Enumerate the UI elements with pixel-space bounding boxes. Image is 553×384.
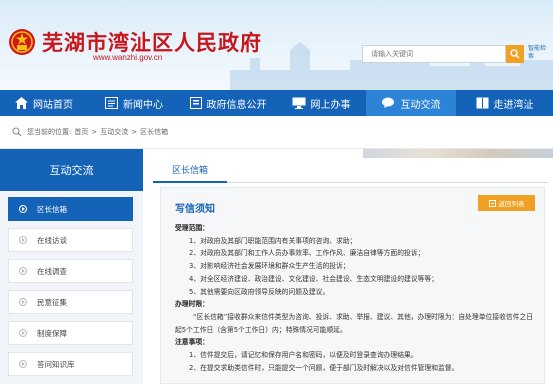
breadcrumb-prefix: 您当前的位置: [27, 128, 72, 136]
scope-item: 3、对影响经济社会发展环境和群众生产生活的投诉； [189, 262, 350, 271]
nav-label: 网站首页 [33, 99, 73, 111]
breadcrumb-item-interaction[interactable]: 互动交流 [100, 127, 128, 137]
breadcrumb-separator: > [91, 128, 98, 136]
arrow-circle-icon [19, 267, 27, 275]
location-search-icon [12, 127, 22, 137]
sidebar-item-label: 区长信箱 [37, 204, 67, 214]
sidebar-title: 互动交流 [0, 149, 143, 191]
monitor-icon [292, 97, 305, 109]
sidebar-item-online-survey[interactable]: 在线调查 [8, 259, 133, 283]
scope-item: 4、对全区经济建设、政治建设、文化建设、社会建设、生态文明建设的建议等等； [189, 274, 439, 283]
sidebar-item-label: 在线调查 [37, 266, 67, 276]
search-input[interactable] [362, 45, 506, 63]
search-button[interactable] [506, 45, 524, 63]
scope-item: 2、对政府及其部门和工作人员办事效率、工作作风、廉洁自律等方面的投诉； [189, 249, 425, 258]
breadcrumb-separator: > [131, 128, 138, 136]
nav-label: 互动交流 [400, 99, 441, 111]
tab-bar: 区长信箱 [153, 157, 548, 183]
arrow-circle-icon [19, 329, 27, 337]
nav-item-home[interactable]: 网站首页 [0, 90, 88, 116]
return-list-button[interactable]: 返回列表 [478, 195, 535, 211]
notes-heading: 注意事项： [175, 338, 209, 347]
sidebar-item-public-opinion[interactable]: 民意征集 [8, 290, 133, 314]
breadcrumb: 您当前的位置: 首页 > 互动交流 > 区长信箱 [0, 116, 553, 149]
panel-title: 写信须知 [175, 204, 215, 215]
nav-label: 网上办事 [310, 99, 351, 111]
nav-item-about[interactable]: 走进湾沚 [456, 90, 553, 116]
main-nav: 网站首页 新闻中心 政府信息公开 网上办事 互动交流 走进湾沚 [0, 90, 553, 116]
sidebar-item-qa-knowledge-base[interactable]: 答问知识库 [8, 352, 133, 376]
sidebar-item-label: 在线访谈 [37, 235, 67, 245]
nav-item-news[interactable]: 新闻中心 [88, 90, 180, 116]
nav-label: 走进湾沚 [493, 99, 534, 111]
site-url: www.wanzhi.gov.cn [93, 53, 163, 62]
nav-label: 新闻中心 [123, 99, 163, 111]
sidebar: 互动交流 区长信箱 在线访谈 在线调查 民意征集 制度保障 答问知识库 [0, 149, 143, 384]
breadcrumb-item-home[interactable]: 首页 [74, 127, 88, 137]
chat-icon [381, 97, 394, 108]
site-header: 芜湖市湾沚区人民政府 www.wanzhi.gov.cn 智能检索 [0, 0, 553, 90]
book-icon [476, 97, 488, 109]
main-content: 区长信箱 写信须知 返回列表 受理范围： 1、对政府及其部门职能范围内有关事项的… [143, 149, 553, 384]
national-emblem-icon [9, 29, 35, 55]
sidebar-item-system-guarantee[interactable]: 制度保障 [8, 321, 133, 345]
sidebar-item-online-interview[interactable]: 在线访谈 [8, 228, 133, 252]
notes-item: 1、信件提交后，请记忆和保存用户名和密码，以便及时登录查询办理结果。 [189, 351, 418, 360]
scope-heading: 受理范围： [175, 224, 209, 232]
sidebar-item-label: 制度保障 [37, 328, 67, 338]
document-icon [189, 97, 202, 109]
arrow-circle-icon [19, 298, 27, 306]
arrow-circle-icon [19, 360, 27, 368]
notice-panel: 写信须知 返回列表 受理范围： 1、对政府及其部门职能范围内有关事项的咨询、求助… [160, 187, 545, 384]
nav-item-online-service[interactable]: 网上办事 [276, 90, 366, 116]
sidebar-item-label: 答问知识库 [37, 359, 75, 369]
breadcrumb-item-current[interactable]: 区长信箱 [140, 127, 168, 137]
arrow-circle-icon [19, 236, 27, 244]
return-icon [488, 199, 496, 207]
deadline-text: “区长信箱”接收群众来信件类型为咨询、投诉、求助、举报、建议、其他，办理时限为：… [175, 312, 534, 334]
scope-item: 5、其他需要向区政府领导反映的问题及建议。 [189, 287, 330, 296]
search-icon [510, 49, 520, 59]
nav-item-info-disclosure[interactable]: 政府信息公开 [180, 90, 276, 116]
home-icon [15, 97, 28, 109]
deadline-heading: 办理时限： [175, 300, 209, 309]
notice-content: 受理范围： 1、对政府及其部门职能范围内有关事项的咨询、求助； 2、对政府及其部… [175, 222, 537, 374]
advanced-search-link[interactable]: 智能检索 [528, 45, 548, 61]
sidebar-item-mayor-mailbox[interactable]: 区长信箱 [8, 197, 133, 221]
notes-item: 2、在提交求助类信件时，只能提交一个问题，便于部门及时解决以及对信件管理和监督。 [189, 363, 459, 372]
return-button-label: 返回列表 [498, 200, 525, 208]
arrow-circle-icon [19, 205, 27, 213]
news-icon [105, 97, 118, 109]
tab-mayor-mailbox[interactable]: 区长信箱 [153, 157, 227, 183]
nav-item-interaction[interactable]: 互动交流 [366, 90, 456, 116]
sidebar-item-label: 民意征集 [37, 297, 67, 307]
scope-item: 1、对政府及其部门职能范围内有关事项的咨询、求助； [189, 236, 357, 245]
sidebar-list: 区长信箱 在线访谈 在线调查 民意征集 制度保障 答问知识库 [0, 191, 143, 376]
nav-label: 政府信息公开 [206, 99, 267, 111]
